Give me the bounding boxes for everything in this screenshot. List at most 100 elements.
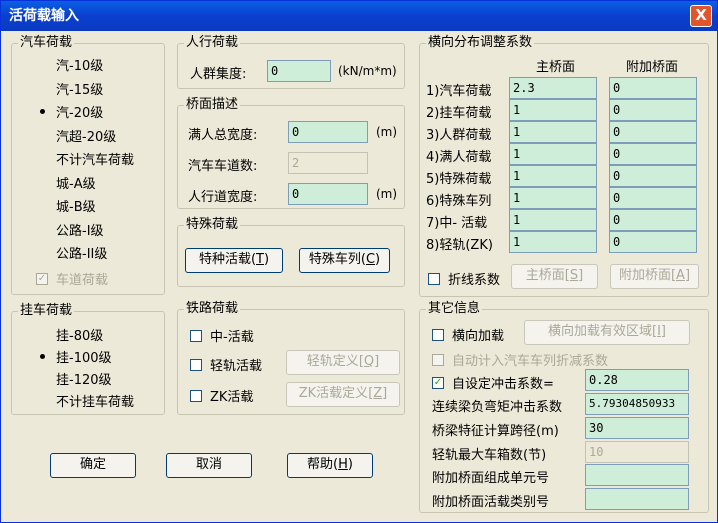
zk-define-button[interactable]: ZK活载定义[Z] bbox=[286, 382, 400, 407]
radio-option[interactable]: 汽-20级 bbox=[36, 102, 103, 121]
max-boxes-label: 轻轨最大车箱数(节) bbox=[432, 448, 547, 463]
special-train-button[interactable]: 特殊车列(C) bbox=[299, 248, 390, 273]
help-button[interactable]: 帮助(H) bbox=[287, 453, 373, 478]
distribution-extra-input[interactable]: 0 bbox=[609, 77, 697, 99]
special-load-legend: 特殊荷载 bbox=[184, 217, 241, 233]
special-train-key: C bbox=[365, 252, 376, 267]
distribution-extra-input[interactable]: 0 bbox=[609, 121, 697, 143]
full-width-input[interactable]: 0 bbox=[288, 121, 368, 143]
zhong-live-load-checkbox[interactable]: 中-活载 bbox=[190, 326, 254, 345]
radio-option[interactable]: 公路-I级 bbox=[36, 220, 104, 239]
ok-button-label: 确定 bbox=[79, 457, 106, 472]
extra-deck-button-key: A bbox=[676, 268, 685, 283]
distribution-extra-input[interactable]: 0 bbox=[609, 209, 697, 231]
radio-option-label: 挂-80级 bbox=[56, 329, 104, 344]
crowd-density-input[interactable]: 0 bbox=[267, 60, 331, 82]
special-train-label: 特殊车列 bbox=[308, 252, 361, 267]
lane-load-label: 车道荷载 bbox=[56, 273, 109, 288]
custom-impact-input[interactable]: 0.28 bbox=[585, 369, 689, 391]
special-live-load-button[interactable]: 特种活载(T) bbox=[185, 248, 283, 273]
checkbox-empty-icon bbox=[190, 329, 202, 342]
max-boxes-input[interactable]: 10 bbox=[585, 441, 689, 463]
distribution-extra-input[interactable]: 0 bbox=[609, 165, 697, 187]
distribution-main-input[interactable]: 1 bbox=[509, 231, 597, 253]
zhong-live-load-label: 中-活载 bbox=[210, 330, 254, 345]
lanes-label: 汽车车道数: bbox=[188, 159, 258, 174]
auto-reduce-checkbox[interactable]: 自动计入汽车车列折减系数 bbox=[432, 350, 608, 369]
radio-option[interactable]: 汽-10级 bbox=[36, 55, 103, 74]
help-button-label: 帮助 bbox=[307, 457, 334, 472]
lateral-load-label: 横向加载 bbox=[452, 329, 505, 344]
radio-option[interactable]: 城-B级 bbox=[36, 196, 96, 215]
distribution-extra-input[interactable]: 0 bbox=[609, 143, 697, 165]
ok-button[interactable]: 确定 bbox=[50, 453, 136, 478]
distribution-main-input[interactable]: 1 bbox=[509, 121, 597, 143]
lateral-load-checkbox[interactable]: 横向加载 bbox=[432, 325, 504, 344]
unit-number-input[interactable] bbox=[585, 464, 689, 486]
custom-impact-checkbox[interactable]: ✓ 自设定冲击系数= bbox=[432, 373, 554, 392]
distribution-group: 横向分布调整系数 主桥面 附加桥面 1)汽车荷载 2.3 0 2)挂车荷载 1 0 3)人群… bbox=[419, 35, 709, 297]
distribution-row-label: 3)人群荷载 bbox=[426, 128, 492, 143]
distribution-main-input[interactable]: 1 bbox=[509, 187, 597, 209]
close-icon[interactable]: X bbox=[690, 5, 712, 27]
distribution-main-input[interactable]: 1 bbox=[509, 143, 597, 165]
radio-option[interactable]: 挂-100级 bbox=[36, 347, 112, 366]
distribution-main-input[interactable]: 1 bbox=[509, 99, 597, 121]
distribution-main-input[interactable]: 1 bbox=[509, 209, 597, 231]
radio-option[interactable]: 汽-15级 bbox=[36, 79, 103, 98]
continuous-impact-input[interactable]: 5.79304850933 bbox=[585, 393, 689, 415]
radio-empty-icon bbox=[36, 247, 48, 259]
cancel-button[interactable]: 取消 bbox=[166, 453, 252, 478]
col-main-header: 主桥面 bbox=[536, 60, 576, 75]
light-rail-define-button[interactable]: 轻轨定义[Q] bbox=[286, 350, 400, 375]
light-rail-checkbox[interactable]: 轻轨活载 bbox=[190, 355, 262, 374]
lateral-region-button[interactable]: 横向加载有效区域[I] bbox=[524, 320, 690, 345]
distribution-extra-input[interactable]: 0 bbox=[609, 187, 697, 209]
check-icon: ✓ bbox=[36, 272, 48, 285]
light-rail-label: 轻轨活载 bbox=[210, 359, 263, 374]
radio-option[interactable]: 城-A级 bbox=[36, 173, 96, 192]
zk-live-load-checkbox[interactable]: ZK活载 bbox=[190, 386, 253, 405]
radio-option[interactable]: 汽超-20级 bbox=[36, 126, 116, 145]
crowd-density-label: 人群集度: bbox=[190, 67, 247, 82]
distribution-row-label: 7)中- 活载 bbox=[426, 216, 488, 231]
lateral-region-label: 横向加载有效区域 bbox=[547, 324, 652, 339]
distribution-main-input[interactable]: 2.3 bbox=[509, 77, 597, 99]
radio-option[interactable]: 不计汽车荷载 bbox=[36, 149, 134, 168]
light-rail-define-label: 轻轨定义 bbox=[306, 354, 359, 369]
extra-deck-button[interactable]: 附加桥面[A] bbox=[610, 264, 699, 289]
radio-option-label: 汽-10级 bbox=[56, 59, 104, 74]
distribution-legend: 横向分布调整系数 bbox=[426, 35, 535, 51]
radio-empty-icon bbox=[36, 59, 48, 71]
lanes-input[interactable]: 2 bbox=[288, 152, 368, 174]
span-input[interactable]: 30 bbox=[585, 417, 689, 439]
railway-load-legend: 铁路荷载 bbox=[184, 301, 241, 317]
main-deck-button-key: S bbox=[569, 268, 579, 283]
main-deck-button[interactable]: 主桥面[S] bbox=[511, 264, 598, 289]
help-button-key: H bbox=[338, 457, 348, 472]
window-title: 活荷载输入 bbox=[9, 8, 79, 24]
live-category-input[interactable] bbox=[585, 488, 689, 510]
distribution-extra-input[interactable]: 0 bbox=[609, 231, 697, 253]
radio-empty-icon bbox=[36, 395, 48, 407]
sidewalk-width-unit: (m) bbox=[376, 187, 398, 201]
other-info-legend: 其它信息 bbox=[426, 301, 483, 317]
lateral-region-key: I bbox=[657, 324, 661, 339]
vehicle-load-legend: 汽车荷载 bbox=[18, 35, 75, 51]
radio-option[interactable]: 公路-II级 bbox=[36, 243, 107, 262]
radio-option[interactable]: 挂-80级 bbox=[36, 325, 103, 344]
title-bar: 活荷载输入 X bbox=[1, 1, 717, 31]
distribution-main-input[interactable]: 1 bbox=[509, 165, 597, 187]
col-extra-header: 附加桥面 bbox=[626, 60, 679, 75]
distribution-extra-input[interactable]: 0 bbox=[609, 99, 697, 121]
distribution-row-label: 2)挂车荷载 bbox=[426, 106, 492, 121]
radio-option[interactable]: 不计挂车荷载 bbox=[36, 391, 134, 410]
radio-option[interactable]: 挂-120级 bbox=[36, 369, 112, 388]
radio-option-label: 汽-20级 bbox=[56, 106, 104, 121]
radio-empty-icon bbox=[36, 82, 48, 94]
lane-load-checkbox[interactable]: ✓ 车道荷载 bbox=[36, 269, 108, 288]
radio-option-label: 公路-II级 bbox=[56, 247, 108, 262]
sidewalk-width-input[interactable]: 0 bbox=[288, 183, 368, 205]
radio-option-label: 城-A级 bbox=[56, 176, 96, 192]
polyline-coeff-checkbox[interactable]: 折线系数 bbox=[428, 269, 500, 288]
